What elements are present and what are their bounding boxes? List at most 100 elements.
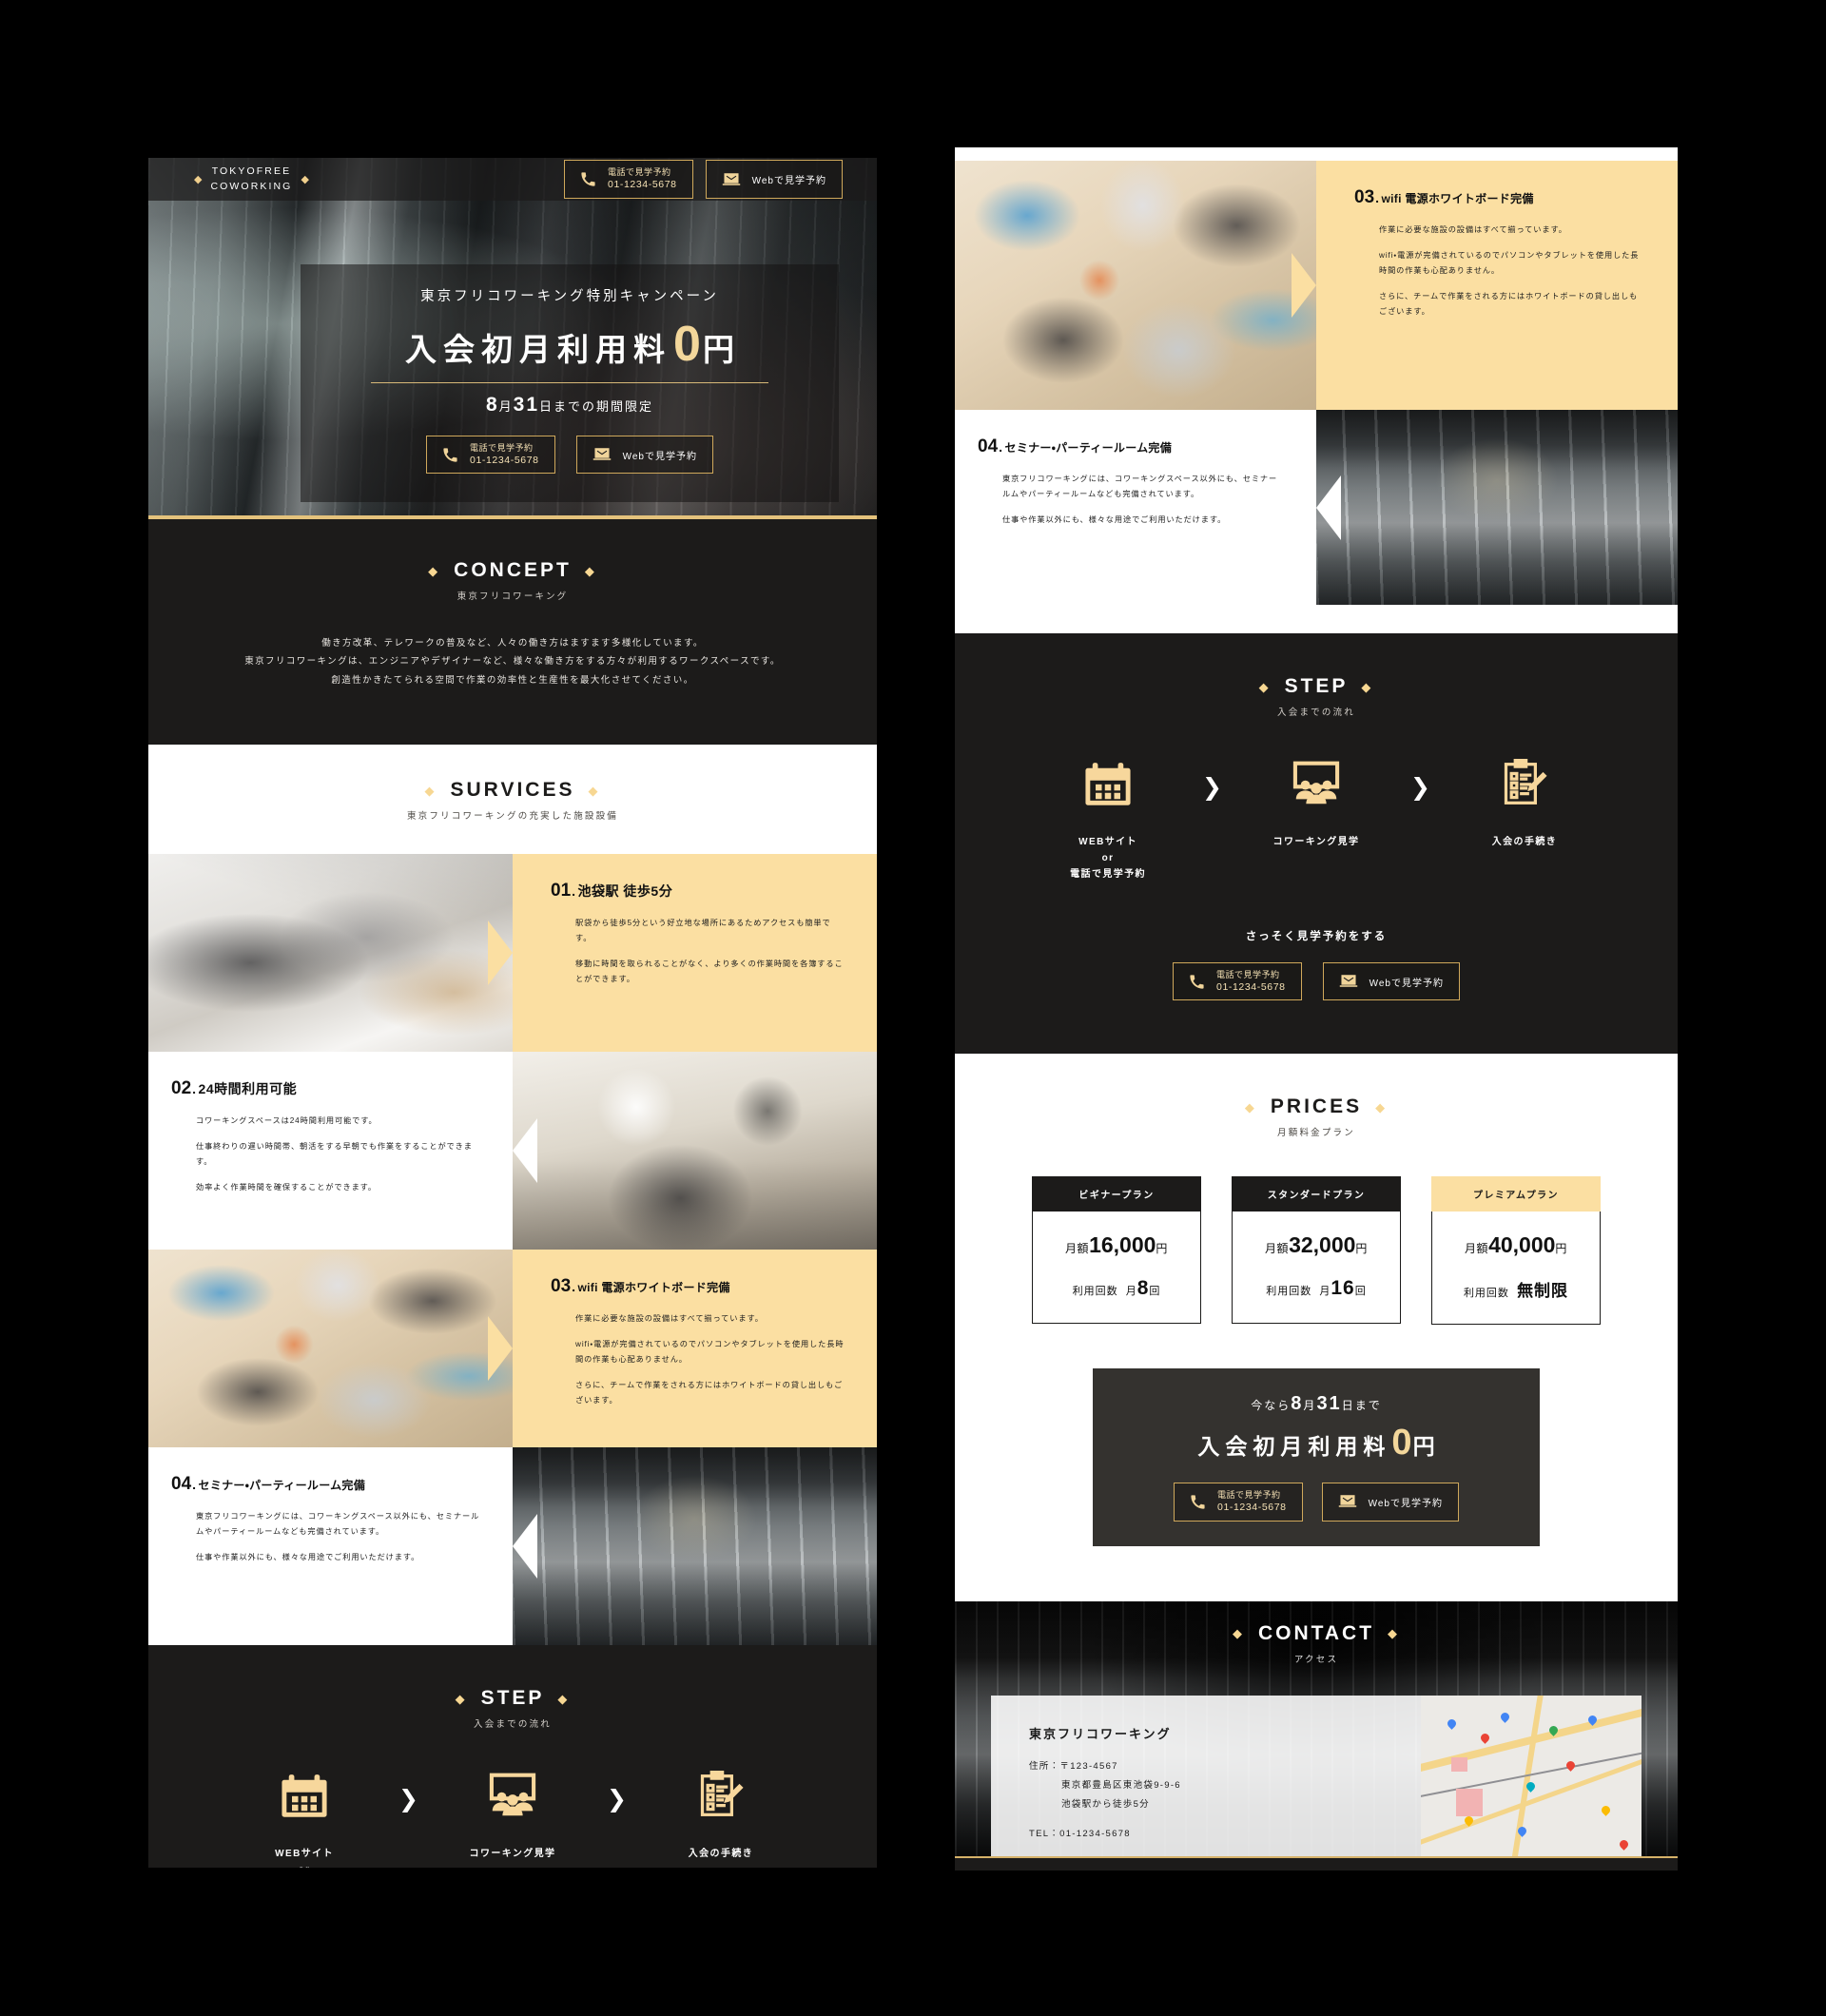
- service-photo-cafe: [513, 1052, 877, 1250]
- contact-header: ◆ CONTACT ◆ アクセス: [955, 1601, 1678, 1665]
- logo-line-2: COWORKING: [210, 180, 293, 192]
- service-text-04: 04. セミナー・パーティールーム完備 東京フリコワーキングには、コワーキングスペ…: [148, 1447, 537, 1646]
- mail-laptop-icon: [592, 447, 612, 462]
- diamond-icon: ◆: [1388, 1626, 1401, 1641]
- diamond-icon: ◆: [428, 563, 441, 578]
- diamond-icon: ◆: [455, 1691, 468, 1706]
- header-web-button[interactable]: Webで見学予約: [705, 160, 843, 199]
- step-title-row: ◆ STEP ◆: [1259, 675, 1374, 698]
- promo-web-button[interactable]: Webで見学予約: [1321, 1483, 1459, 1522]
- contact-info: 東京フリコワーキング 住所：〒123-4567 東京都豊島区東池袋9-9-6 池…: [991, 1696, 1421, 1856]
- header-phone-number: 01-1234-5678: [608, 179, 677, 191]
- step-label-3: 入会の手続き: [1491, 837, 1558, 847]
- diamond-icon: ◆: [1361, 679, 1374, 694]
- service-text-02: 02. 24時間利用可能 コワーキングスペースは24時間利用可能です。 仕事終わり…: [148, 1052, 537, 1250]
- contact-address-block: 住所：〒123-4567 東京都豊島区東池袋9-9-6 池袋駅から徒歩5分: [1029, 1757, 1421, 1814]
- service-paragraph: 移動に時間を取られることがなく、より多くの作業時間を各簿することができます。: [575, 960, 844, 984]
- promo-web-label: Webで見学予約: [1368, 1498, 1443, 1509]
- service-number: 04: [978, 436, 999, 456]
- step-phone-button[interactable]: 電話で見学予約 01-1234-5678: [1173, 962, 1302, 1001]
- service-paragraph: 仕事や作業以外にも、様々な用途でご利用いただけます。: [1002, 514, 1227, 524]
- plan-count-label: 利用回数: [1266, 1286, 1312, 1298]
- services-continued: 03. wifi 電源ホワイトボード完備 作業に必要な施設の設備はすべて揃っていま…: [955, 147, 1678, 633]
- plan-card-beginner[interactable]: ビギナープラン 月額16,000円 利用回数 月8回: [1032, 1176, 1201, 1325]
- plan-card-premium[interactable]: プレミアムプラン 月額40,000円 利用回数 無制限: [1431, 1176, 1601, 1326]
- promo-phone-number: 01-1234-5678: [1217, 1502, 1287, 1514]
- hero-date-month: 8: [485, 394, 499, 416]
- header-phone-label: 電話で見学予約: [608, 167, 671, 178]
- clipboard-pen-icon: [651, 1766, 790, 1825]
- calendar-icon: [1039, 754, 1177, 813]
- arrow-shape: [1316, 475, 1341, 540]
- service-heading-text: セミナー・パーティールーム完備: [198, 1479, 366, 1493]
- phone-icon: [1190, 1494, 1206, 1510]
- mail-laptop-icon: [722, 172, 741, 187]
- hero-headline-zero: 0: [673, 317, 701, 372]
- promo-headline-zero: 0: [1391, 1423, 1412, 1464]
- page-column-right: 03. wifi 電源ホワイトボード完備 作業に必要な施設の設備はすべて揃っていま…: [955, 147, 1678, 1871]
- diamond-icon: ◆: [424, 783, 437, 798]
- service-dot: .: [192, 1081, 197, 1097]
- map-icon[interactable]: [1421, 1695, 1641, 1856]
- prices-title-row: ◆ PRICES ◆: [1245, 1095, 1388, 1118]
- service-heading-03-right: 03. wifi 電源ホワイトボード完備: [1354, 187, 1645, 208]
- map-block: [1451, 1757, 1467, 1772]
- plan-count-row: 利用回数 月16回: [1233, 1277, 1400, 1300]
- contact-title: CONTACT: [1257, 1621, 1375, 1644]
- step-cta-group: 電話で見学予約 01-1234-5678 Webで見学予約: [955, 962, 1678, 1001]
- service-dot: .: [999, 439, 1003, 455]
- promo-cta-group: 電話で見学予約 01-1234-5678 Webで見学予約: [1093, 1483, 1540, 1522]
- plan-count-value: 8: [1136, 1277, 1150, 1300]
- hero-phone-button[interactable]: 電話で見学予約 01-1234-5678: [426, 436, 555, 475]
- promo-prefix: 今なら: [1251, 1399, 1292, 1413]
- hero-web-button[interactable]: Webで見学予約: [575, 436, 713, 475]
- hero-phone-text: 電話で見学予約 01-1234-5678: [470, 442, 539, 467]
- concept-line: 東京フリコワーキングは、エンジニアやデザイナーなど、様々な働き方をする方々が利用…: [244, 656, 781, 668]
- screenshot-canvas: ◆ TOKYOFREE COWORKING ◆ 電話で見学予約 01-1234-…: [0, 0, 1826, 2016]
- service-dot: .: [572, 883, 576, 900]
- hero-copy-block: 東京フリコワーキング特別キャンペーン 入会初月利用料 0 円 8月31日までの期…: [301, 264, 839, 503]
- service-photo-desk: [148, 854, 513, 1053]
- diamond-icon: ◆: [194, 174, 203, 185]
- presentation-people-icon: [443, 1766, 582, 1825]
- header-phone-text: 電話で見学予約 01-1234-5678: [608, 166, 677, 191]
- diamond-icon: ◆: [584, 563, 597, 578]
- service-paragraph: 作業に必要な施設の設備はすべて揃っています。: [575, 1314, 764, 1324]
- concept-body: 働き方改革、テレワークの普及など、人々の働き方はますます多様化しています。 東京…: [148, 634, 877, 689]
- promo-phone-label: 電話で見学予約: [1217, 1490, 1281, 1501]
- service-heading-text: 池袋駅 徒歩5分: [577, 883, 673, 900]
- step-web-button[interactable]: Webで見学予約: [1322, 962, 1460, 1001]
- site-header: ◆ TOKYOFREE COWORKING ◆ 電話で見学予約 01-1234-…: [148, 158, 877, 201]
- service-paragraph: 仕事終わりの遅い時間帯、朝活をする早朝でも作業をすることができます。: [196, 1142, 473, 1167]
- arrow-shape: [488, 921, 513, 986]
- contact-address-line-1: 住所：〒123-4567: [1029, 1760, 1118, 1772]
- header-phone-button[interactable]: 電話で見学予約 01-1234-5678: [564, 160, 693, 199]
- map-block: [1456, 1788, 1483, 1816]
- concept-title: CONCEPT: [454, 559, 572, 581]
- logo-line-1: TOKYOFREE: [211, 165, 292, 178]
- service-heading-text: wifi 電源ホワイトボード完備: [577, 1281, 730, 1295]
- promo-day: 31: [1316, 1393, 1342, 1415]
- step-flow: WEBサイト or 電話で見学予約 ❯ コワーキング見学 ❯ 入会の手続き: [955, 754, 1678, 882]
- service-text-04-right: 04. セミナー・パーティールーム完備 東京フリコワーキングには、コワーキングスペ…: [955, 410, 1341, 605]
- promo-phone-button[interactable]: 電話で見学予約 01-1234-5678: [1174, 1483, 1303, 1522]
- arrow-shape: [1292, 253, 1316, 318]
- plan-name: スタンダードプラン: [1232, 1176, 1401, 1212]
- step-phone-number: 01-1234-5678: [1216, 981, 1286, 994]
- plan-count-prefix: 月: [1125, 1286, 1137, 1298]
- service-photo-corridor: [513, 1447, 877, 1646]
- services-section: ◆ SURVICES ◆ 東京フリコワーキングの充実した施設設備 01. 池袋駅 …: [148, 745, 877, 1646]
- site-logo[interactable]: ◆ TOKYOFREE COWORKING ◆: [194, 165, 309, 193]
- services-header: ◆ SURVICES ◆ 東京フリコワーキングの充実した施設設備: [148, 779, 877, 822]
- service-dot: .: [1375, 190, 1380, 205]
- service-heading-02: 02. 24時間利用可能: [171, 1078, 480, 1099]
- plan-card-standard[interactable]: スタンダードプラン 月額32,000円 利用回数 月16回: [1232, 1176, 1401, 1325]
- page-column-left: ◆ TOKYOFREE COWORKING ◆ 電話で見学予約 01-1234-…: [148, 158, 877, 1868]
- step-phone-label: 電話で見学予約: [1216, 970, 1280, 979]
- service-dot: .: [192, 1477, 197, 1493]
- contact-address-line-2: 東京都豊島区東池袋9-9-6: [1061, 1779, 1181, 1791]
- hero-headline-yen: 円: [702, 332, 734, 367]
- service-number: 02: [171, 1078, 192, 1099]
